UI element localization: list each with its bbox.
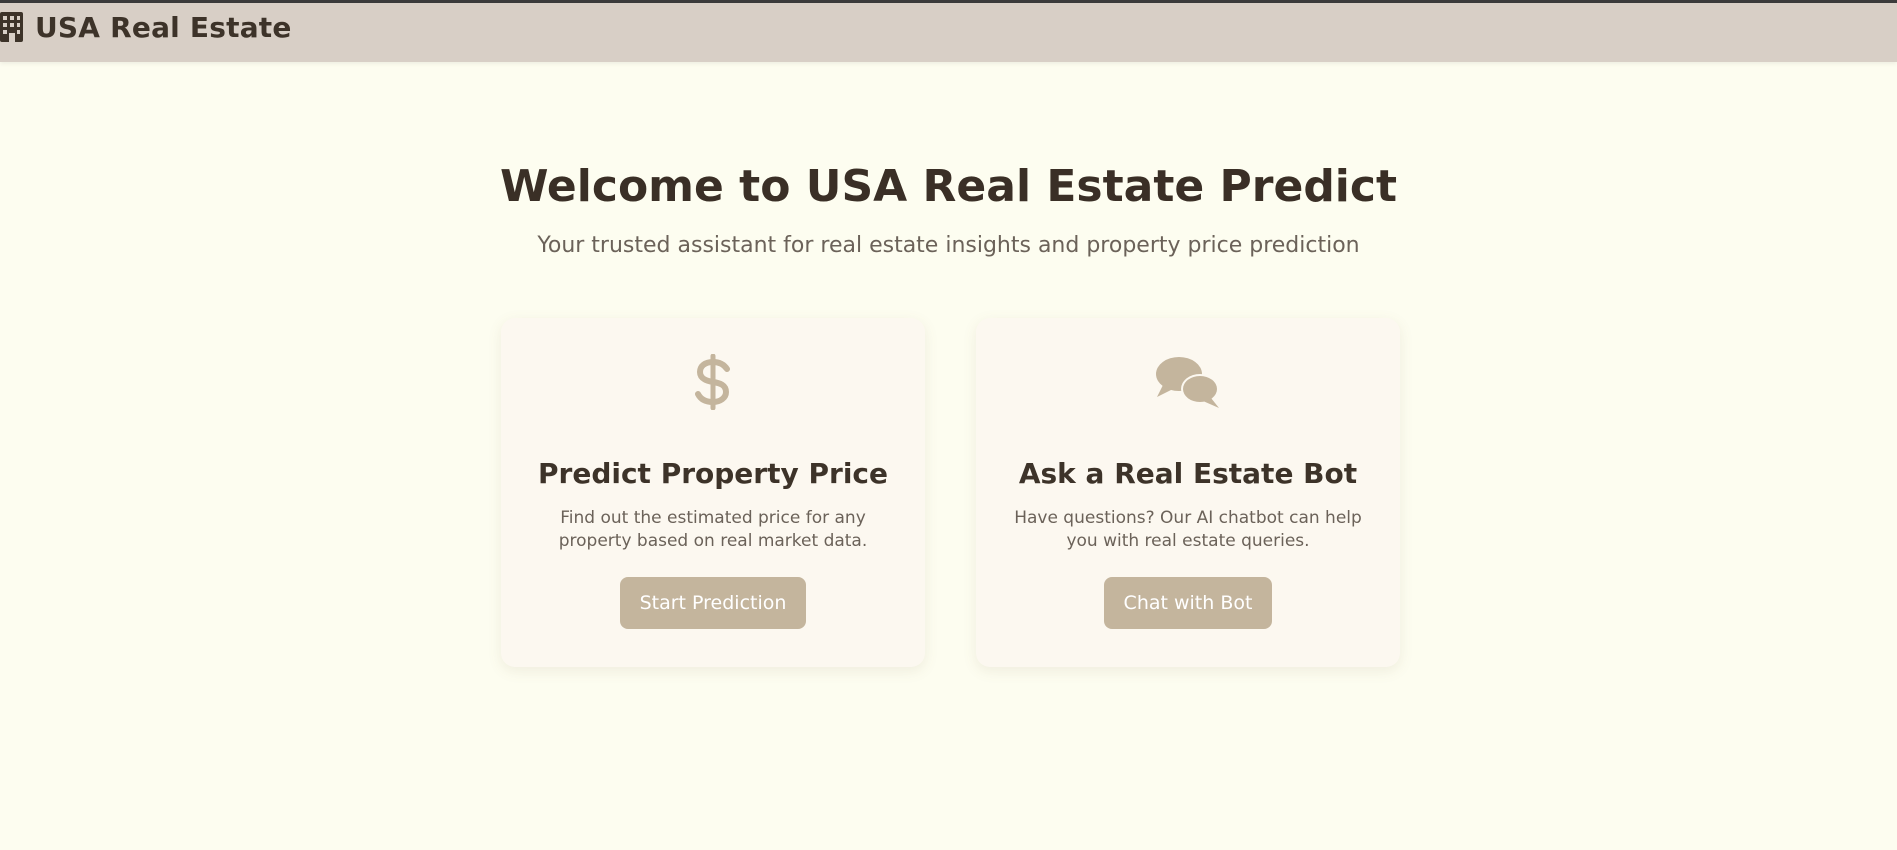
page-subtitle: Your trusted assistant for real estate i…: [537, 233, 1360, 258]
page-title: Welcome to USA Real Estate Predict: [499, 161, 1398, 212]
navbar: USA Real Estate: [0, 3, 1897, 62]
brand-link[interactable]: USA Real Estate: [0, 10, 292, 44]
hero-section: Welcome to USA Real Estate Predict Your …: [0, 155, 1897, 261]
start-prediction-button[interactable]: Start Prediction: [620, 577, 806, 629]
card-description: Have questions? Our AI chatbot can help …: [1014, 508, 1362, 551]
card-title: Predict Property Price: [538, 457, 888, 490]
chat-with-bot-button[interactable]: Chat with Bot: [1104, 577, 1272, 629]
card-title: Ask a Real Estate Bot: [1018, 457, 1358, 490]
brand-title: USA Real Estate: [35, 10, 292, 44]
building-icon: [0, 12, 23, 42]
chat-bubbles-icon: [1156, 357, 1219, 408]
card-description: Find out the estimated price for any pro…: [558, 508, 868, 551]
predict-price-card: Predict Property Price Find out the esti…: [501, 318, 925, 667]
chat-bot-card: Ask a Real Estate Bot Have questions? Ou…: [976, 318, 1400, 667]
dollar-icon: [695, 354, 730, 410]
